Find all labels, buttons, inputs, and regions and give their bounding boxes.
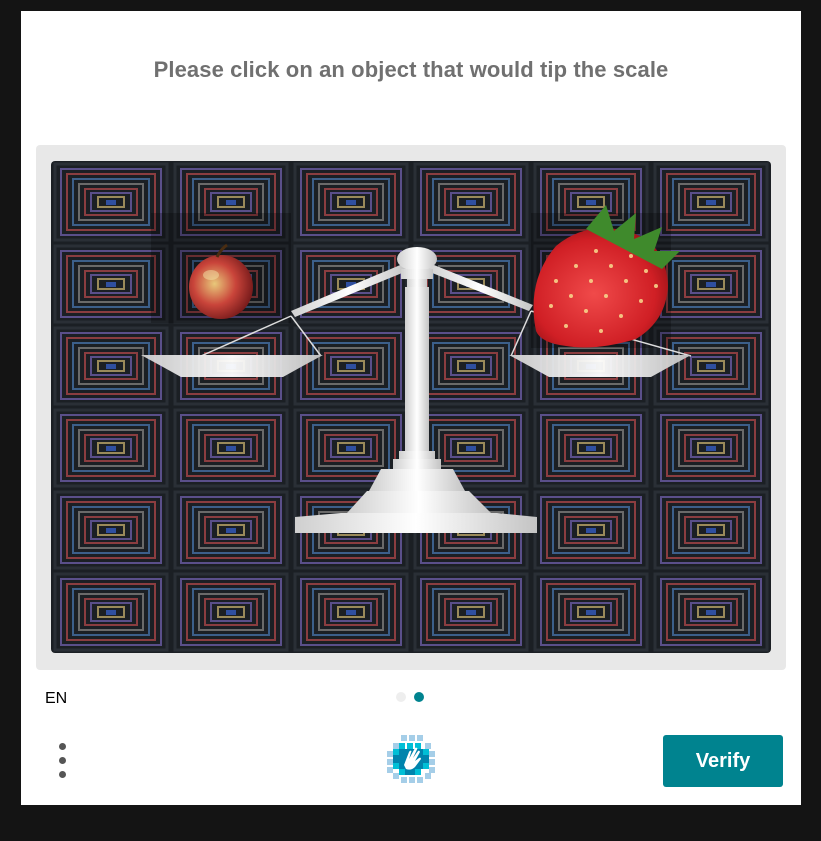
hcaptcha-logo-icon xyxy=(387,735,435,783)
challenge-prompt: Please click on an object that would tip… xyxy=(153,57,669,82)
captcha-modal: Please click on an object that would tip… xyxy=(21,11,801,805)
pagination-dot-2[interactable] xyxy=(414,692,424,702)
language-selector[interactable]: EN xyxy=(45,690,67,708)
pagination-dots xyxy=(396,692,424,702)
more-vertical-icon[interactable] xyxy=(51,739,75,783)
verify-button[interactable]: Verify xyxy=(663,735,783,787)
pagination-dot-1[interactable] xyxy=(396,692,406,702)
challenge-image-frame xyxy=(36,145,786,670)
challenge-image[interactable] xyxy=(51,161,771,653)
